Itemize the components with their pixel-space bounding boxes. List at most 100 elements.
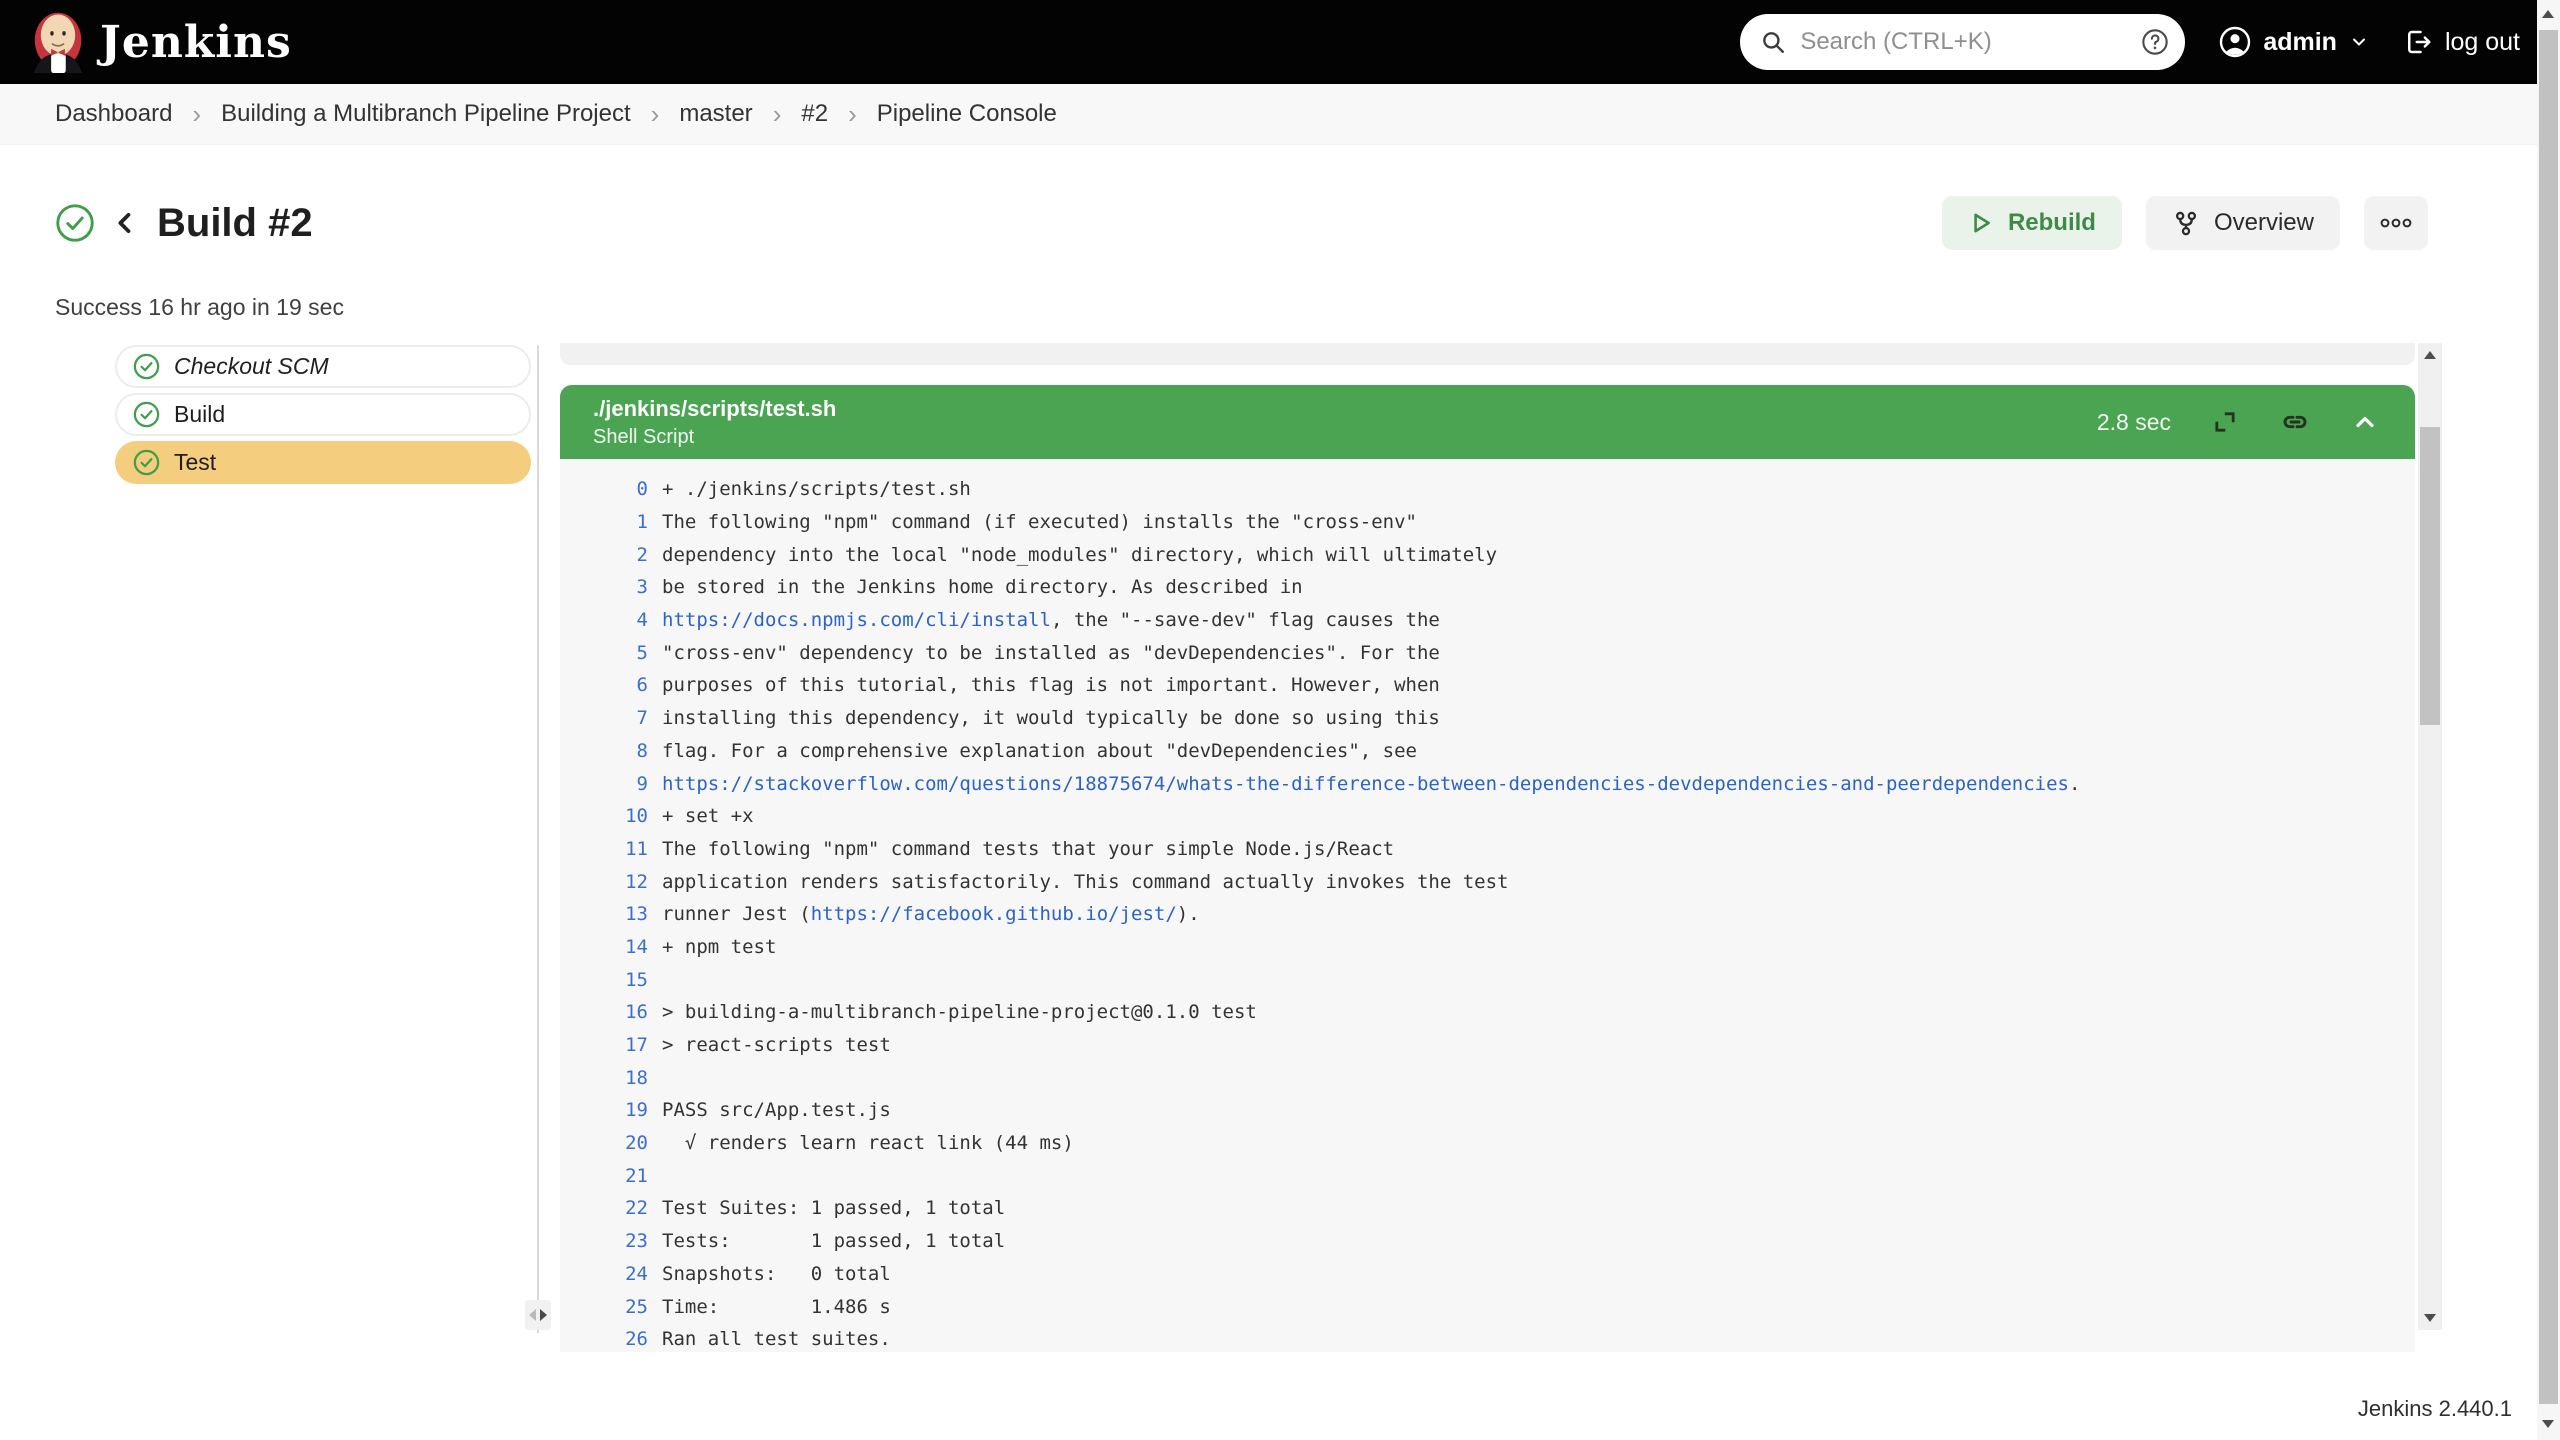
- console-line-text: installing this dependency, it would typ…: [662, 707, 1440, 729]
- page-scrollbar[interactable]: [2537, 0, 2560, 1440]
- console-line: 9 https://stackoverflow.com/questions/188…: [560, 767, 2415, 800]
- console-step-title: ./jenkins/scripts/test.sh: [593, 396, 836, 422]
- collapse-step-button[interactable]: [2351, 408, 2379, 436]
- console-line-number[interactable]: 5: [560, 642, 648, 664]
- console-line: 1 The following "npm" command (if execute…: [560, 506, 2415, 539]
- console-line-number[interactable]: 17: [560, 1034, 648, 1056]
- breadcrumb: Dashboard › Building a Multibranch Pipelin…: [0, 84, 2560, 145]
- page-scrollbar-thumb[interactable]: [2539, 30, 2558, 1404]
- console-line-number[interactable]: 3: [560, 576, 648, 598]
- console-line-text: > react-scripts test: [662, 1034, 891, 1056]
- breadcrumb-item-dashboard[interactable]: Dashboard: [55, 100, 172, 128]
- console-line-text: The following "npm" command (if executed…: [662, 511, 1417, 533]
- console-line-text: runner Jest (https://facebook.github.io/…: [662, 903, 1200, 925]
- console-line-number[interactable]: 25: [560, 1296, 648, 1318]
- console-line-text: Time: 1.486 s: [662, 1296, 891, 1318]
- search-icon: [1760, 29, 1786, 55]
- console-line: 18: [560, 1061, 2415, 1094]
- console-line: 5 "cross-env" dependency to be installed …: [560, 636, 2415, 669]
- search-input[interactable]: [1800, 28, 2141, 56]
- console-line-number[interactable]: 0: [560, 478, 648, 500]
- previous-stage-card-edge[interactable]: [560, 343, 2415, 365]
- console-line-number[interactable]: 6: [560, 674, 648, 696]
- console-line-number[interactable]: 15: [560, 969, 648, 991]
- console-line-number[interactable]: 16: [560, 1001, 648, 1023]
- chevron-up-icon: [2351, 408, 2379, 436]
- console-link[interactable]: https://facebook.github.io/jest/: [811, 903, 1177, 925]
- stage-success-icon: [133, 449, 160, 476]
- avatar-icon: [2219, 26, 2251, 58]
- brand-title: Jenkins: [100, 17, 292, 68]
- console-card: ./jenkins/scripts/test.sh Shell Script 2…: [560, 385, 2415, 1352]
- permalink-button[interactable]: [2279, 406, 2311, 438]
- overview-button[interactable]: Overview: [2146, 196, 2340, 250]
- console-line-text: Test Suites: 1 passed, 1 total: [662, 1197, 1005, 1219]
- console-line: 15: [560, 963, 2415, 996]
- console-link[interactable]: https://stackoverflow.com/questions/1887…: [662, 773, 2069, 795]
- breadcrumb-item-master[interactable]: master: [679, 100, 752, 128]
- logout-button[interactable]: log out: [2403, 27, 2520, 57]
- pipeline-graph-icon: [2172, 209, 2200, 237]
- pane-divider: [537, 345, 539, 1333]
- scroll-up-icon: [2424, 351, 2436, 359]
- console-line: 3be stored in the Jenkins home directory…: [560, 571, 2415, 604]
- step-duration: 2.8 sec: [2097, 409, 2171, 436]
- console-line-number[interactable]: 26: [560, 1328, 648, 1350]
- console-scrollbar-thumb[interactable]: [2420, 427, 2440, 725]
- back-button[interactable]: [111, 208, 139, 238]
- console-line-number[interactable]: 4: [560, 609, 648, 631]
- pane-resize-handle[interactable]: [525, 1300, 551, 1330]
- console-line-text: Ran all test suites.: [662, 1328, 891, 1350]
- jenkins-home-link[interactable]: Jenkins: [30, 11, 292, 73]
- console-link[interactable]: https://docs.npmjs.com/cli/install: [662, 609, 1051, 631]
- breadcrumb-separator-icon: ›: [192, 99, 201, 130]
- console-scrollbar[interactable]: [2418, 343, 2442, 1330]
- console-line-number[interactable]: 9: [560, 773, 648, 795]
- console-line-number[interactable]: 8: [560, 740, 648, 762]
- console-line: 26 Ran all test suites.: [560, 1323, 2415, 1352]
- stage-success-icon: [133, 401, 160, 428]
- console-line-number[interactable]: 12: [560, 871, 648, 893]
- console-line-number[interactable]: 20: [560, 1132, 648, 1154]
- help-icon[interactable]: [2141, 28, 2169, 56]
- console-line-number[interactable]: 11: [560, 838, 648, 860]
- stage-item-build[interactable]: Build: [115, 393, 531, 436]
- stage-item-test[interactable]: Test: [115, 441, 531, 484]
- console-line: 14+ npm test: [560, 931, 2415, 964]
- console-card-header[interactable]: ./jenkins/scripts/test.sh Shell Script 2…: [560, 385, 2415, 459]
- console-line: 16 > building-a-multibranch-pipeline-proj…: [560, 996, 2415, 1029]
- expand-log-button[interactable]: [2211, 408, 2239, 436]
- console-line-number[interactable]: 18: [560, 1067, 648, 1089]
- console-line-number[interactable]: 14: [560, 936, 648, 958]
- console-line-number[interactable]: 1: [560, 511, 648, 533]
- breadcrumb-item-building-a-multibranch-pipeline-project[interactable]: Building a Multibranch Pipeline Project: [221, 100, 631, 128]
- console-line-text: + set +x: [662, 805, 754, 827]
- console-line-number[interactable]: 19: [560, 1099, 648, 1121]
- console-line-number[interactable]: 13: [560, 903, 648, 925]
- logout-icon: [2403, 27, 2433, 57]
- breadcrumb-item-pipeline-console[interactable]: Pipeline Console: [877, 100, 1057, 128]
- console-line-text: Snapshots: 0 total: [662, 1263, 891, 1285]
- page-scroll-down-icon: [2542, 1420, 2554, 1428]
- console-line-number[interactable]: 24: [560, 1263, 648, 1285]
- console-line: 23Tests: 1 passed, 1 total: [560, 1225, 2415, 1258]
- console-line-text: "cross-env" dependency to be installed a…: [662, 642, 1440, 664]
- more-actions-button[interactable]: [2364, 196, 2428, 250]
- console-line-number[interactable]: 22: [560, 1197, 648, 1219]
- console-line-number[interactable]: 21: [560, 1165, 648, 1187]
- rebuild-button[interactable]: Rebuild: [1942, 196, 2122, 250]
- stage-item-checkout-scm[interactable]: Checkout SCM: [115, 345, 531, 388]
- console-line-number[interactable]: 7: [560, 707, 648, 729]
- console-line-number[interactable]: 2: [560, 544, 648, 566]
- console-line-number[interactable]: 23: [560, 1230, 648, 1252]
- console-line-text: purposes of this tutorial, this flag is …: [662, 674, 1440, 696]
- console-line-number[interactable]: 10: [560, 805, 648, 827]
- console-line-text: > building-a-multibranch-pipeline-projec…: [662, 1001, 1257, 1023]
- stage-label: Build: [174, 401, 225, 428]
- build-header: Build #2 Rebuild Overview: [55, 194, 2428, 252]
- console-line: 25 Time: 1.486 s: [560, 1290, 2415, 1323]
- search-box: [1740, 14, 2185, 70]
- user-menu[interactable]: admin: [2219, 26, 2369, 58]
- console-line-text: application renders satisfactorily. This…: [662, 871, 1508, 893]
- breadcrumb-item-2[interactable]: #2: [801, 100, 828, 128]
